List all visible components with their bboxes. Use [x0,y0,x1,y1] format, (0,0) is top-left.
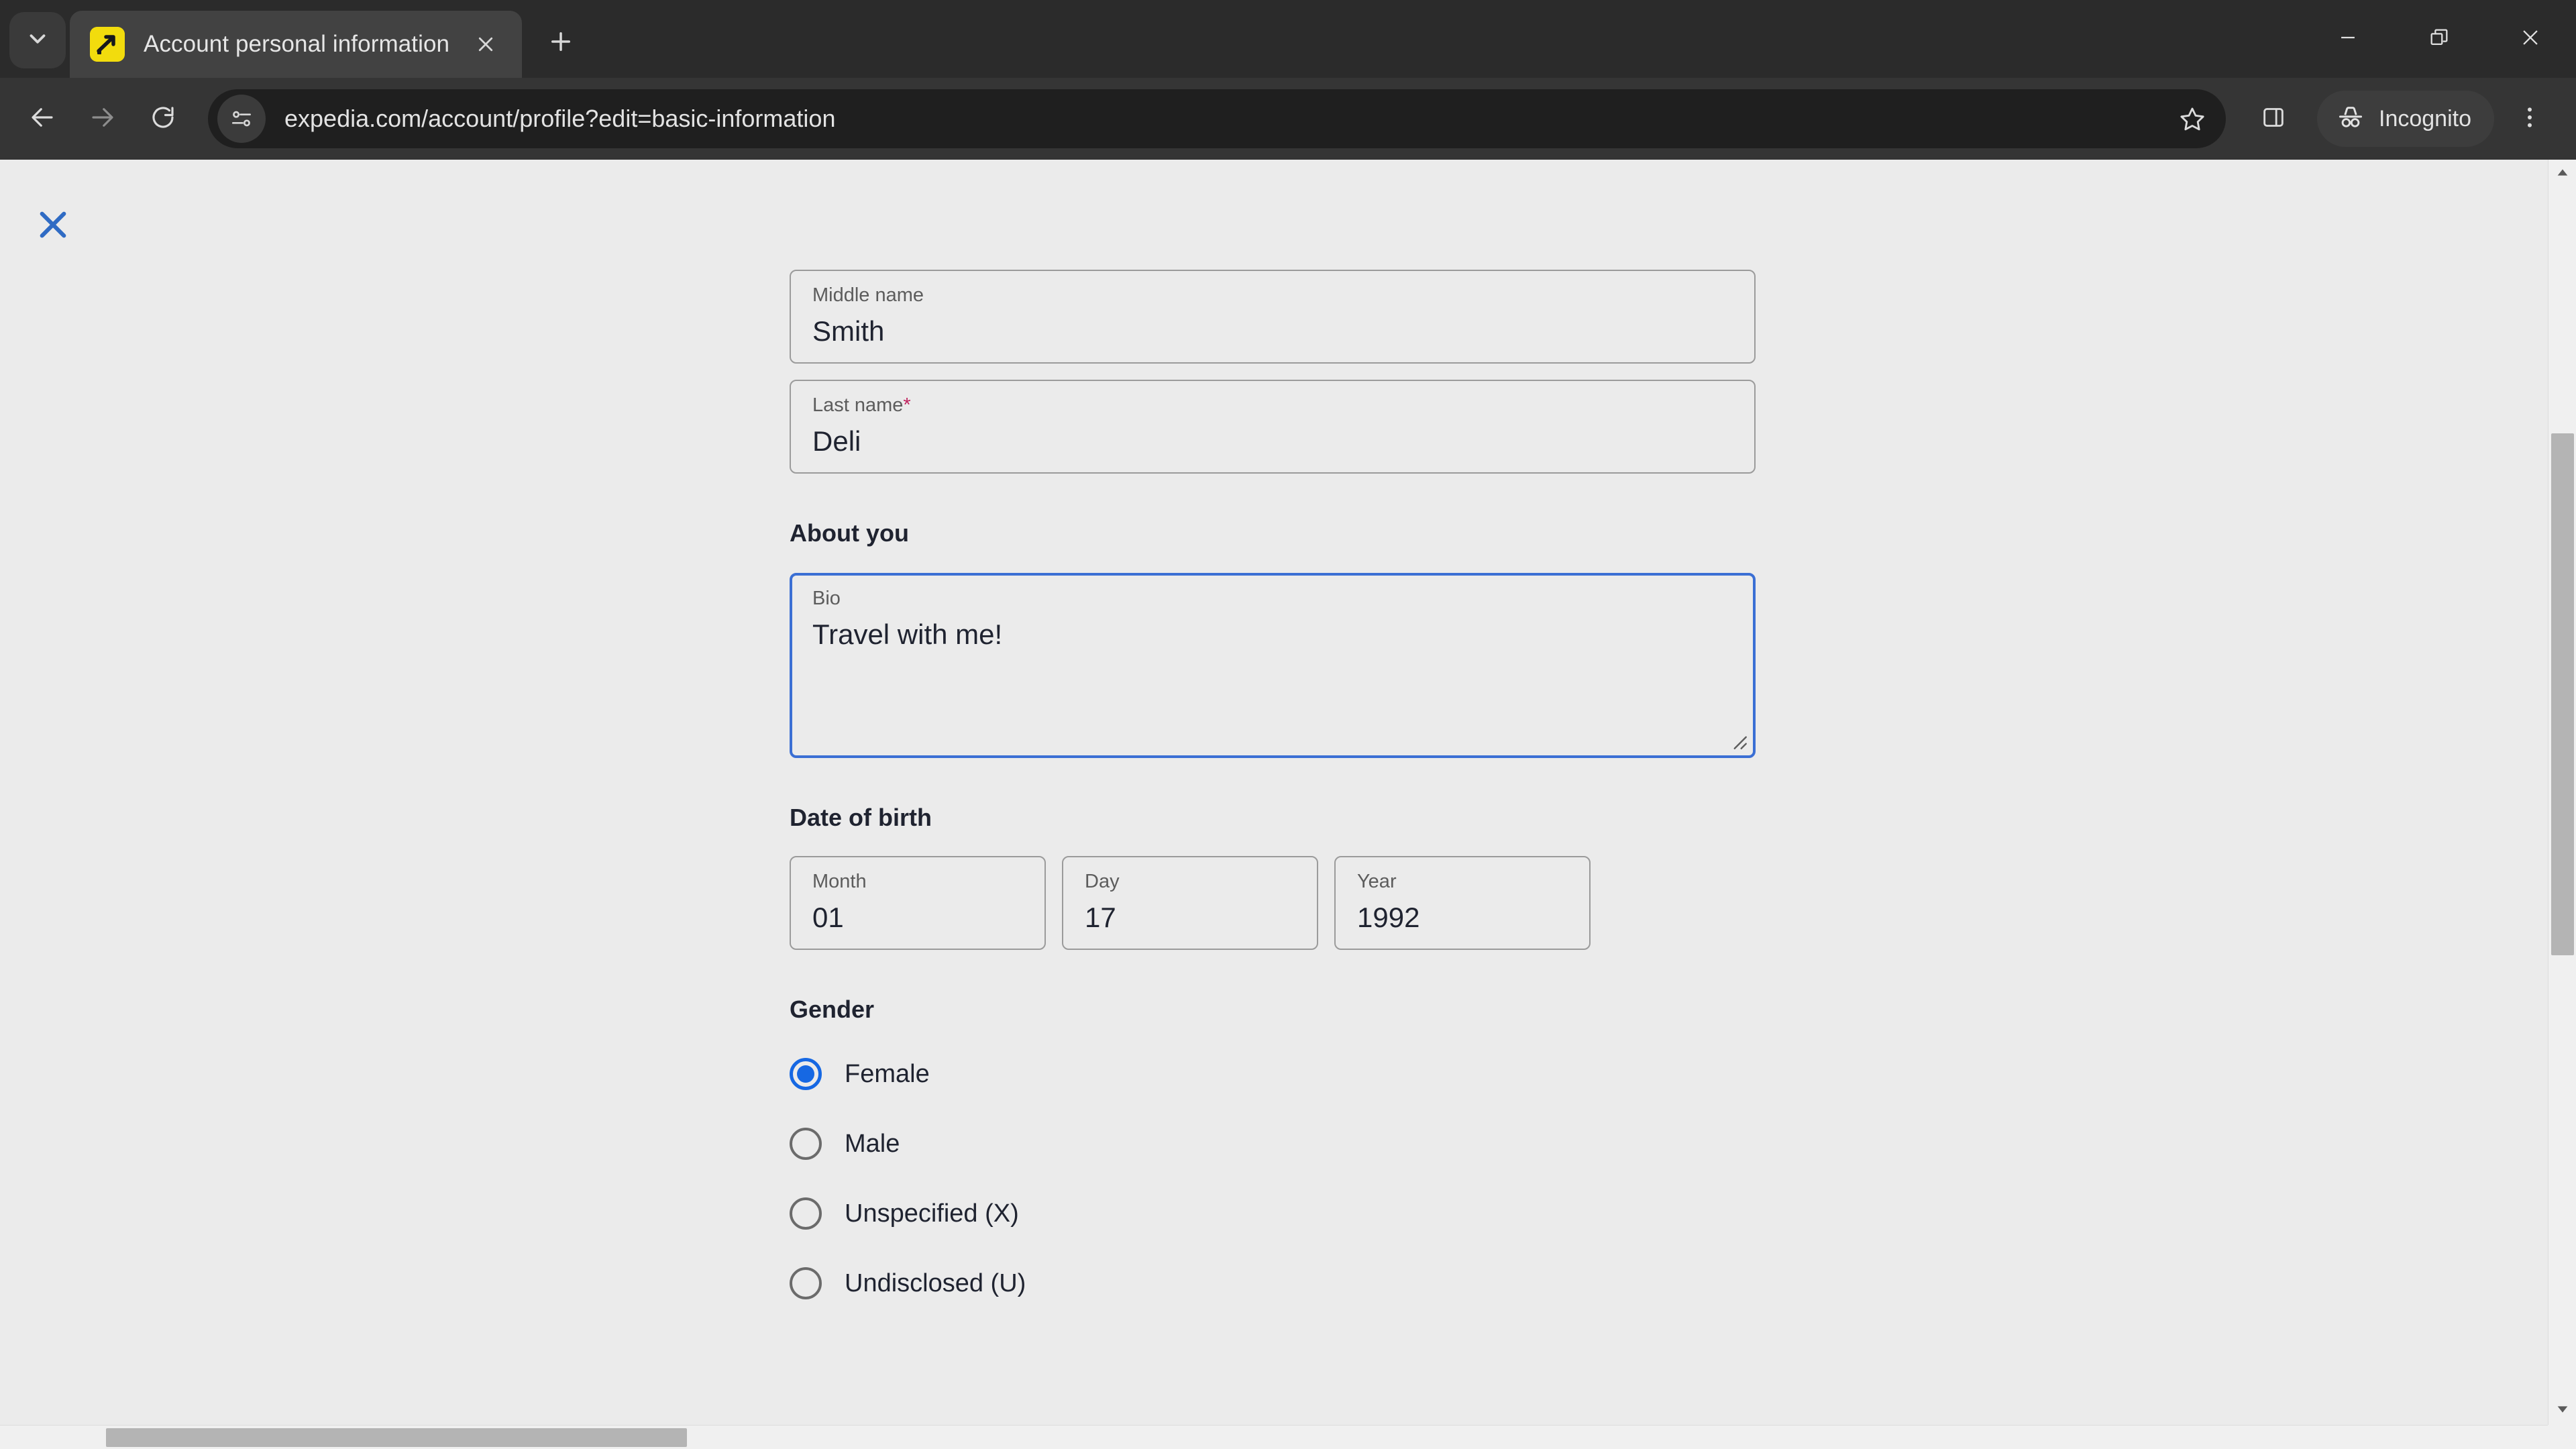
bio-label: Bio [812,588,841,609]
window-restore-button[interactable] [2394,0,2485,78]
page-close-button[interactable] [28,201,78,251]
required-asterisk: * [903,394,911,416]
date-of-birth-heading: Date of birth [790,804,932,831]
tab-account-personal-information[interactable]: Account personal information [70,11,523,78]
chevron-down-icon [25,26,50,55]
window-close-button[interactable] [2485,0,2576,78]
minimize-icon [2337,26,2359,52]
middle-name-value: Smith [812,315,885,347]
back-button[interactable] [12,89,72,149]
gender-option-label: Male [845,1129,900,1158]
scroll-up-button[interactable] [2548,160,2576,188]
caret-down-icon [2555,1402,2570,1420]
incognito-label: Incognito [2379,105,2471,131]
middle-name-field[interactable]: Middle name Smith [790,270,1756,364]
bio-value: Travel with me! [812,619,1003,650]
gender-heading: Gender [790,996,875,1023]
arrow-right-icon [89,103,117,135]
tab-strip: Account personal information [0,0,2576,78]
bio-textarea[interactable]: Bio Travel with me! [790,573,1756,758]
vertical-scrollbar-thumb[interactable] [2551,433,2574,955]
bookmark-star-icon[interactable] [2167,93,2218,144]
caret-up-icon [2555,165,2570,183]
dob-year-value: 1992 [1357,902,1420,933]
vertical-scrollbar[interactable] [2548,160,2576,1425]
more-vertical-icon [2516,104,2543,134]
gender-option-female[interactable]: Female [790,1048,1205,1100]
radio-icon [790,1197,822,1230]
gender-option-male[interactable]: Male [790,1118,1205,1170]
browser-window: Account personal information expedia.com… [0,0,2576,1449]
address-bar[interactable]: expedia.com/account/profile?edit=basic-i… [208,89,2226,148]
date-of-birth-row: Month 01 Day 17 Year 1992 [790,856,1756,950]
tab-close-button[interactable] [467,25,504,63]
tab-search-button[interactable] [9,12,66,68]
profile-form: Middle name Smith Last name* Deli About … [790,160,1756,1327]
side-panel-button[interactable] [2245,90,2302,148]
reload-button[interactable] [133,89,193,149]
forward-button[interactable] [72,89,133,149]
incognito-indicator[interactable]: Incognito [2317,91,2494,147]
url-text: expedia.com/account/profile?edit=basic-i… [284,105,836,132]
browser-toolbar: expedia.com/account/profile?edit=basic-i… [0,78,2576,160]
horizontal-scrollbar-thumb[interactable] [106,1428,687,1447]
site-settings-icon[interactable] [217,95,266,143]
page-viewport: Middle name Smith Last name* Deli About … [0,160,2576,1449]
expedia-favicon-icon [90,27,125,62]
window-controls [2302,0,2576,78]
last-name-field[interactable]: Last name* Deli [790,380,1756,474]
dob-day-field[interactable]: Day 17 [1062,856,1318,950]
page-content: Middle name Smith Last name* Deli About … [0,160,2548,1425]
last-name-label-text: Last name [812,394,904,416]
last-name-label: Last name* [812,396,1734,415]
plus-icon [547,28,575,59]
scroll-down-button[interactable] [2548,1397,2576,1425]
last-name-value: Deli [812,425,861,457]
close-icon [34,206,72,247]
horizontal-scrollbar[interactable] [0,1425,2576,1449]
incognito-icon [2336,103,2365,136]
gender-option-label: Unspecified (X) [845,1199,1019,1228]
gender-option-undisclosed[interactable]: Undisclosed (U) [790,1257,1205,1309]
side-panel-icon [2260,104,2287,134]
gender-radio-group: Female Male Unspecified (X) Undisclosed … [790,1048,1756,1309]
gender-option-label: Female [845,1059,930,1088]
resize-grip-icon[interactable] [1726,729,1749,751]
dob-year-label: Year [1357,871,1397,892]
dob-year-field[interactable]: Year 1992 [1334,856,1591,950]
bio-wrapper: Bio Travel with me! [790,573,1756,758]
radio-icon [790,1267,822,1299]
dob-month-value: 01 [812,902,844,933]
middle-name-label: Middle name [812,284,924,306]
dob-day-label: Day [1085,871,1120,892]
chrome-menu-button[interactable] [2501,90,2559,148]
dob-day-value: 17 [1085,902,1116,933]
new-tab-button[interactable] [534,16,588,70]
close-icon [2519,26,2542,52]
window-minimize-button[interactable] [2302,0,2394,78]
scrollbar-corner [2548,1425,2576,1449]
radio-icon [790,1128,822,1160]
dob-month-field[interactable]: Month 01 [790,856,1046,950]
dob-month-label: Month [812,871,867,892]
tab-title: Account personal information [144,31,450,57]
arrow-left-icon [28,103,56,135]
restore-icon [2428,26,2451,52]
radio-icon [790,1058,822,1090]
gender-option-label: Undisclosed (U) [845,1269,1026,1297]
gender-option-unspecified[interactable]: Unspecified (X) [790,1187,1205,1240]
about-you-heading: About you [790,519,909,547]
reload-icon [149,103,177,135]
